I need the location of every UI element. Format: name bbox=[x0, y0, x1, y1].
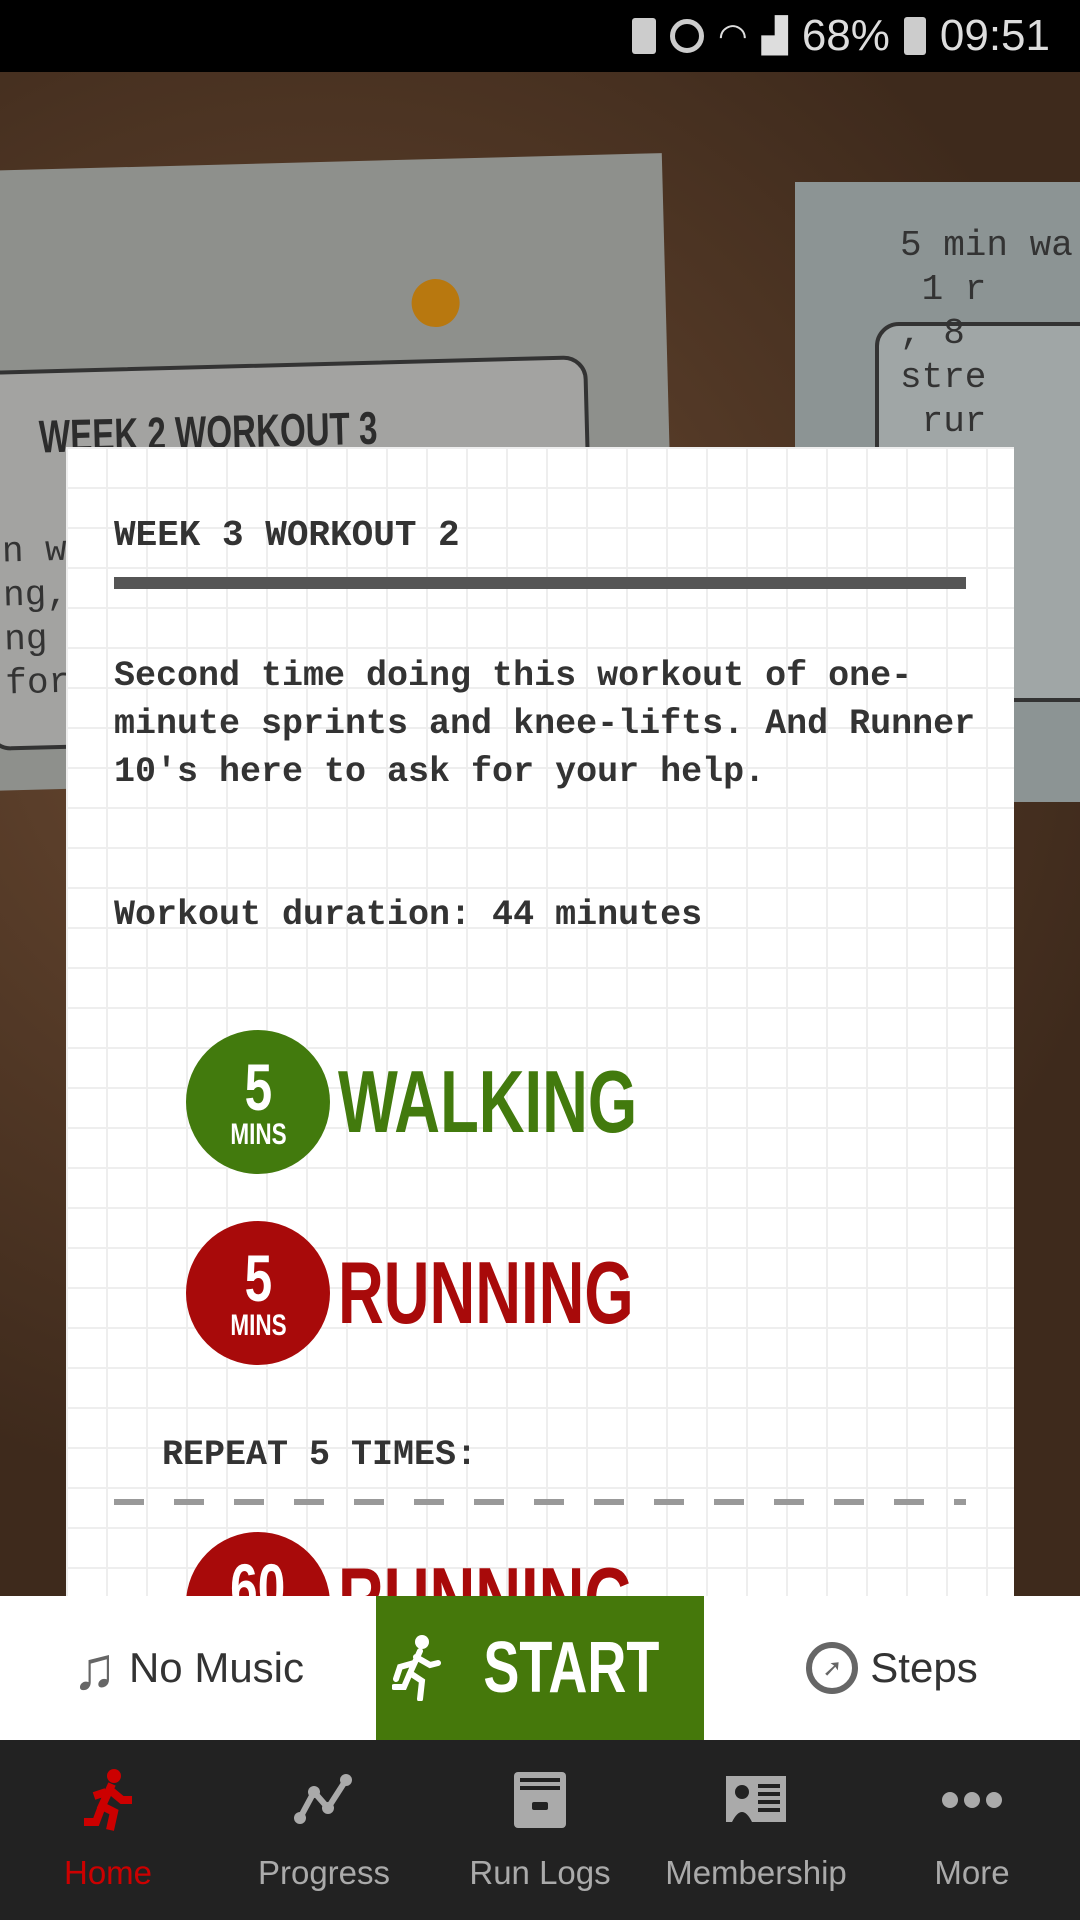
bottom-navigation: Home Progress Run Logs Membership More bbox=[0, 1740, 1080, 1920]
battery-saver-icon bbox=[631, 18, 656, 54]
clock: 09:51 bbox=[939, 11, 1050, 60]
workout-card: WEEK 3 WORKOUT 2 Second time doing this … bbox=[66, 447, 1014, 1596]
dashed-divider bbox=[114, 1499, 966, 1505]
pin-icon bbox=[410, 278, 461, 328]
signal-icon: ▟ bbox=[761, 17, 788, 55]
step-label: WALKING bbox=[338, 1052, 638, 1151]
duration-badge: 5 MINS bbox=[186, 1221, 330, 1365]
step-label: RUNNING bbox=[338, 1548, 634, 1596]
step-walking: 5 MINS WALKING bbox=[186, 1030, 754, 1174]
nav-more[interactable]: More bbox=[864, 1740, 1080, 1920]
step-label: RUNNING bbox=[338, 1243, 634, 1342]
nav-membership[interactable]: Membership bbox=[648, 1740, 864, 1920]
workout-duration: Workout duration: 44 minutes bbox=[114, 895, 703, 935]
workout-title: WEEK 3 WORKOUT 2 bbox=[114, 515, 460, 556]
id-card-icon bbox=[726, 1776, 786, 1822]
action-bar: ♫ No Music START ➚ Steps bbox=[0, 1596, 1080, 1740]
step-repeat-running: 60 RUNNING bbox=[186, 1532, 749, 1596]
music-note-icon: ♫ bbox=[71, 1634, 117, 1702]
nav-run-logs[interactable]: Run Logs bbox=[432, 1740, 648, 1920]
battery-percent: 68% bbox=[801, 11, 890, 60]
chart-line-icon bbox=[294, 1774, 352, 1824]
more-dots-icon bbox=[942, 1792, 1002, 1808]
wifi-icon: ◠ bbox=[717, 17, 748, 55]
title-divider bbox=[114, 577, 966, 589]
archive-box-icon bbox=[514, 1772, 566, 1828]
nav-progress[interactable]: Progress bbox=[216, 1740, 432, 1920]
compass-icon: ➚ bbox=[806, 1642, 859, 1694]
runner-icon bbox=[84, 1769, 132, 1831]
steps-button[interactable]: ➚ Steps bbox=[704, 1596, 1080, 1740]
repeat-label: REPEAT 5 TIMES: bbox=[162, 1435, 478, 1475]
start-button[interactable]: START bbox=[376, 1596, 704, 1740]
alarm-icon bbox=[669, 19, 704, 53]
music-button[interactable]: ♫ No Music bbox=[0, 1596, 376, 1740]
duration-badge: 60 bbox=[186, 1532, 330, 1596]
status-bar: ◠ ▟ 68% 09:51 bbox=[0, 0, 1080, 72]
nav-home[interactable]: Home bbox=[0, 1740, 216, 1920]
duration-badge: 5 MINS bbox=[186, 1030, 330, 1174]
step-running: 5 MINS RUNNING bbox=[186, 1221, 749, 1365]
background-card-right-text: 5 min wa 1 r , 8 stre rur bbox=[900, 225, 1073, 442]
battery-icon bbox=[903, 17, 926, 55]
runner-icon bbox=[391, 1635, 441, 1701]
workout-description: Second time doing this workout of one-mi… bbox=[114, 656, 976, 792]
